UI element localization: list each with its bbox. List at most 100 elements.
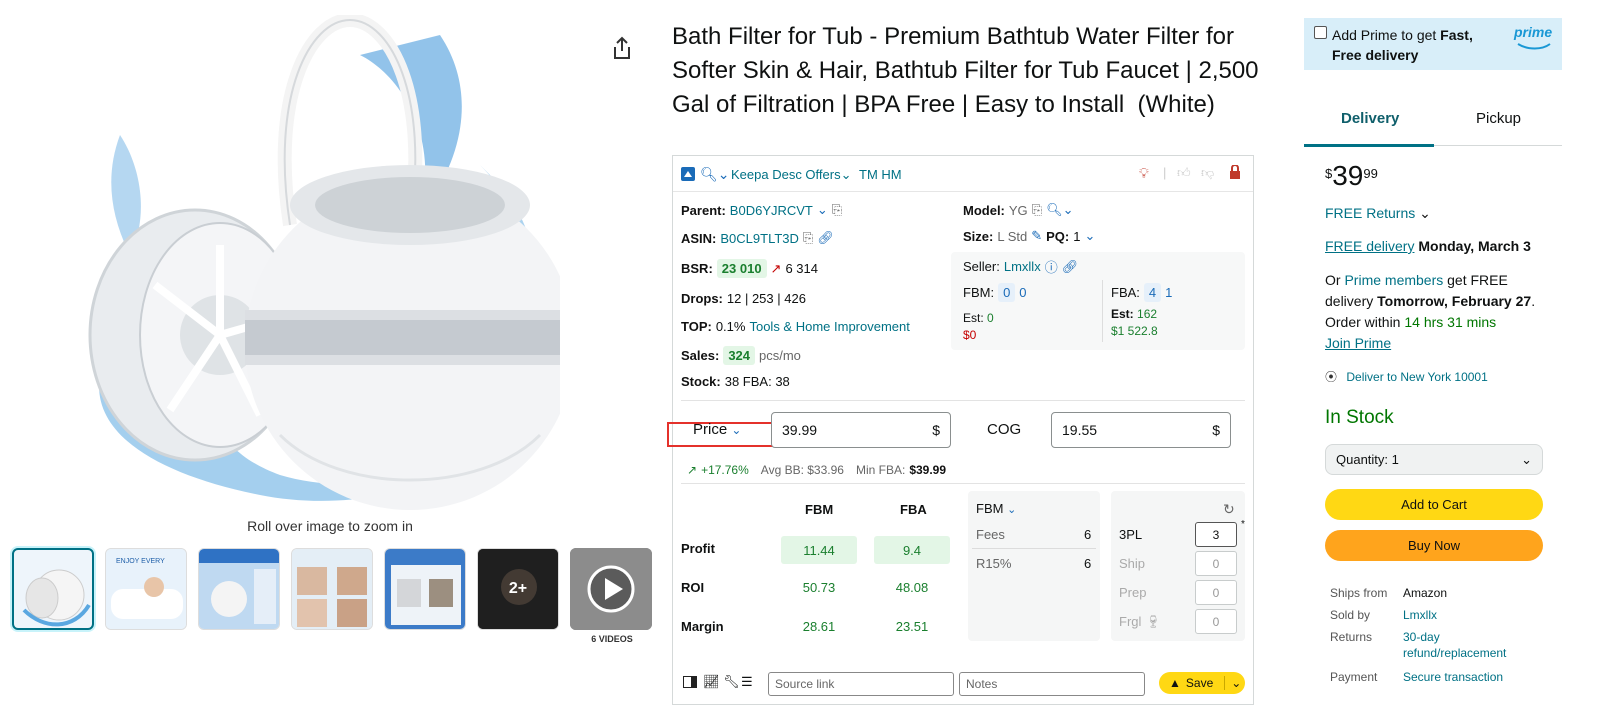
thumbnail-6[interactable]: 2+ [477,548,559,630]
asin-link[interactable]: B0CL9TLT3D [720,231,799,246]
costs-box: ↻ 3PL 3 * Ship 0 Prep 0 Frgl 🍷︎ 0 [1111,491,1245,641]
bsr-value: 23 010 [716,259,767,278]
fbm-offers-row: FBM: 0 0 [963,283,1027,302]
list-icon[interactable]: ☰ [741,674,753,690]
ship-input[interactable]: 0 [1195,551,1237,576]
tm-hm-link[interactable]: TM HM [859,167,902,182]
more-images-count: 2+ [478,549,558,629]
3pl-input[interactable]: 3 [1195,522,1237,547]
prime-smile-icon [1517,43,1551,50]
copy-icon[interactable]: ⎘ [832,202,842,218]
thumbnail-4[interactable] [291,548,373,630]
roi-fba: 48.08 [895,580,929,595]
size-row: Size: L Std ✎ PQ: 1 ⌄ [963,228,1096,244]
sold-by-link[interactable]: Lmxllx [1403,607,1543,623]
fba-offers-row: FBA: 4 1 [1111,283,1173,302]
price-input[interactable]: 39.99 $ [771,412,951,448]
search-icon[interactable]: 🔍︎⌄ [700,166,730,183]
thumbnail-3[interactable] [198,548,280,630]
notes-input[interactable]: Notes [959,672,1145,696]
tab-pickup[interactable]: Pickup [1476,110,1521,127]
free-returns-link[interactable]: FREE Returns ⌄ [1325,203,1431,224]
prep-input[interactable]: 0 [1195,580,1237,605]
fees-box: FBM ⌄ Fees 6 R15% 6 [968,491,1100,641]
keepa-menu-link[interactable]: Keepa Desc Offers⌄ [731,167,852,183]
prime-logo: prime [1514,24,1553,40]
save-button[interactable]: ▲ Save ⌄ [1159,672,1245,694]
sidebar-toggle-icon[interactable] [683,676,697,691]
r15-value: 6 [1084,556,1092,571]
chevron-down-icon[interactable]: ⌄ [817,202,828,218]
seller-link[interactable]: Lmxllx [1004,259,1041,274]
sales-value: 324 [723,346,756,365]
copy-icon[interactable]: ⎘ [1032,202,1042,218]
col-fbm-header: FBM [805,502,834,517]
prime-banner: Add Prime to get Fast, Free delivery pri… [1304,18,1562,70]
product-title: Bath Filter for Tub - Premium Bathtub Wa… [672,23,1259,118]
asin-row: ASIN: B0CL9TLT3D ⎘ 🔗︎ [681,230,834,246]
fast-delivery-info: Or Prime members get FREE delivery Tomor… [1325,272,1536,330]
deliver-to-link[interactable]: ⦿ Deliver to New York 10001 [1325,368,1488,385]
drops-row: Drops: 12 | 253 | 426 [667,291,869,447]
keepa-bottom-bar: 📈︎ 🔧︎ ☰ Source link Notes ▲ Save ⌄ [673,668,1253,702]
cog-label: COG [987,421,1022,438]
edit-icon[interactable]: ✎ [1031,228,1042,244]
location-pin-icon: ⦿ [1325,370,1338,384]
lightbulb-icon[interactable]: 💡︎ [1139,165,1149,182]
link-icon[interactable]: 🔗︎ [1062,259,1079,275]
quantity-dropdown[interactable]: Quantity: 1 ⌄ [1325,444,1543,475]
row-label: Margin [681,619,724,634]
join-prime-link[interactable]: Join Prime [1325,333,1391,354]
tab-underline [1304,144,1434,147]
fragile-input[interactable]: 0 [1195,609,1237,634]
source-link-input[interactable]: Source link [768,672,954,696]
prime-checkbox[interactable] [1314,26,1327,39]
roi-fbm: 50.73 [802,580,836,595]
link-icon[interactable]: 🔗︎ [817,230,834,246]
payment-link[interactable]: Secure transaction [1403,669,1543,685]
thumbnail-5[interactable] [384,548,466,630]
col-fba-header: FBA [900,502,927,517]
model-row: Model: YG ⎘ 🔍︎⌄ [963,202,1074,218]
fbm-estimate: Est: 0 $0 [963,311,994,342]
thumbs-up-icon[interactable]: 👍︎ [1177,165,1191,181]
offers-divider [1102,280,1103,342]
thumbnail-1[interactable] [12,548,94,630]
fees-mode-dropdown[interactable]: FBM ⌄ [976,501,1016,516]
share-icon[interactable] [612,36,632,60]
seller-row: Seller: Lmxllx ⓘ 🔗︎ [963,257,1079,276]
returns-policy-link[interactable]: 30-day refund/replacement [1403,629,1528,661]
category-link[interactable]: Tools & Home Improvement [749,319,909,334]
price: $3999 [1325,160,1378,191]
lock-icon[interactable] [1229,164,1241,182]
tab-delivery[interactable]: Delivery [1341,110,1399,127]
cog-input[interactable]: 19.55 $ [1051,412,1231,448]
svg-text:ENJOY EVERY: ENJOY EVERY [116,558,165,565]
main-product-image[interactable] [60,12,575,515]
fragile-icon: 🍷︎ [1145,614,1162,629]
wrench-icon[interactable]: 🔧︎ [723,674,740,690]
parent-asin-link[interactable]: B0D6YJRCVT [730,203,813,218]
margin-fba: 23.51 [895,619,929,634]
stock-status: In Stock [1325,407,1394,428]
refresh-icon[interactable]: ↻ [1223,501,1235,518]
profit-fba: 9.4 [874,536,950,564]
info-icon[interactable]: ⓘ [1045,257,1058,276]
copy-icon[interactable]: ⎘ [803,230,813,246]
price-dropdown[interactable]: Price ⌄ [693,421,741,438]
collapse-icon[interactable] [681,167,695,181]
add-to-cart-button[interactable]: Add to Cart [1325,489,1543,520]
search-icon[interactable]: 🔍︎⌄ [1046,202,1073,218]
section-divider [681,400,1245,401]
chevron-down-icon[interactable]: ⌄ [1084,228,1095,244]
thumbnail-2[interactable]: ENJOY EVERY [105,548,187,630]
chart-icon[interactable]: 📈︎ [703,674,720,690]
stock-row: Stock: 38 FBA: 38 [681,374,790,389]
chevron-down-icon: ⌄ [1521,451,1532,467]
row-label: Profit [681,541,715,556]
video-thumbnail[interactable] [570,548,652,630]
buy-now-button[interactable]: Buy Now [1325,530,1543,561]
trend-up-icon: ↗ [770,260,782,276]
trend-up-icon: ↗ [687,463,698,477]
thumbs-down-icon[interactable]: 👎︎ [1201,165,1214,181]
